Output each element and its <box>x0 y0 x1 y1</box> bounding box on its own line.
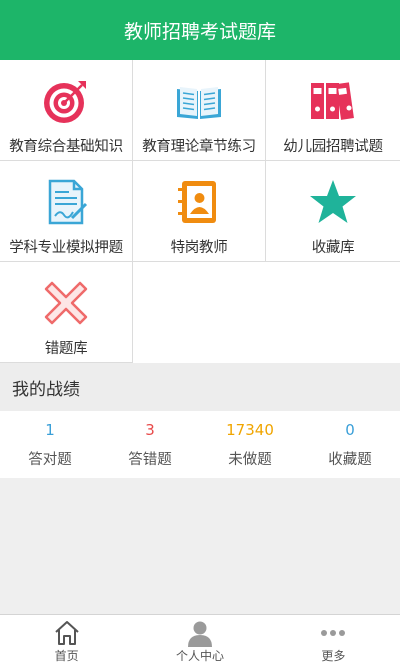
stat-label: 答错题 <box>128 452 172 468</box>
category-label: 收藏库 <box>311 240 355 256</box>
category-label: 学科专业模拟押题 <box>9 240 123 256</box>
stat-value: 0 <box>345 421 355 439</box>
stat-wrong[interactable]: 3 答错题 <box>100 411 200 478</box>
category-label: 特岗教师 <box>170 240 228 256</box>
more-icon <box>318 618 348 648</box>
section-title: 我的战绩 <box>12 379 80 400</box>
contact-book-icon <box>175 178 223 226</box>
tab-profile[interactable]: 个人中心 <box>133 615 266 666</box>
page-title: 教师招聘考试题库 <box>123 20 276 43</box>
stat-value: 17340 <box>226 421 274 439</box>
stat-value: 3 <box>145 421 155 439</box>
cross-icon <box>42 279 90 327</box>
document-pen-icon <box>42 178 90 226</box>
stat-correct[interactable]: 1 答对题 <box>0 411 100 478</box>
category-grid: 教育综合基础知识 教育理论章节练习 幼儿园招聘试题 学科专业模拟押题 特岗教师 … <box>0 60 400 363</box>
open-book-icon <box>175 77 223 125</box>
tab-label: 首页 <box>54 649 79 663</box>
stat-favorited[interactable]: 0 收藏题 <box>300 411 400 478</box>
star-icon <box>309 178 357 226</box>
tab-home[interactable]: 首页 <box>0 615 133 666</box>
stat-label: 答对题 <box>28 452 72 468</box>
app-header: 教师招聘考试题库 <box>0 0 400 60</box>
my-record-heading: 我的战绩 <box>0 363 400 411</box>
category-wrong-questions[interactable]: 错题库 <box>0 262 133 363</box>
bottom-tab-bar: 首页 个人中心 更多 <box>0 614 400 666</box>
tab-label: 个人中心 <box>175 649 224 663</box>
stat-label: 未做题 <box>228 452 272 468</box>
category-kindergarten[interactable]: 幼儿园招聘试题 <box>266 60 400 161</box>
category-theory-practice[interactable]: 教育理论章节练习 <box>133 60 266 161</box>
category-favorites[interactable]: 收藏库 <box>266 161 400 262</box>
home-icon <box>52 618 82 648</box>
user-icon <box>185 618 215 648</box>
category-label: 教育理论章节练习 <box>142 139 256 155</box>
category-label: 教育综合基础知识 <box>9 139 123 155</box>
binders-icon <box>309 77 357 125</box>
stat-undone[interactable]: 17340 未做题 <box>200 411 300 478</box>
stat-label: 收藏题 <box>328 452 372 468</box>
stat-value: 1 <box>45 421 55 439</box>
category-special-post-teacher[interactable]: 特岗教师 <box>133 161 266 262</box>
tab-label: 更多 <box>321 649 346 663</box>
record-stats: 1 答对题 3 答错题 17340 未做题 0 收藏题 <box>0 411 400 478</box>
category-label: 幼儿园招聘试题 <box>283 139 383 155</box>
category-education-basics[interactable]: 教育综合基础知识 <box>0 60 133 161</box>
category-label: 错题库 <box>44 341 88 357</box>
content-background <box>0 478 400 614</box>
tab-more[interactable]: 更多 <box>267 615 400 666</box>
category-subject-mock[interactable]: 学科专业模拟押题 <box>0 161 133 262</box>
target-icon <box>42 77 90 125</box>
